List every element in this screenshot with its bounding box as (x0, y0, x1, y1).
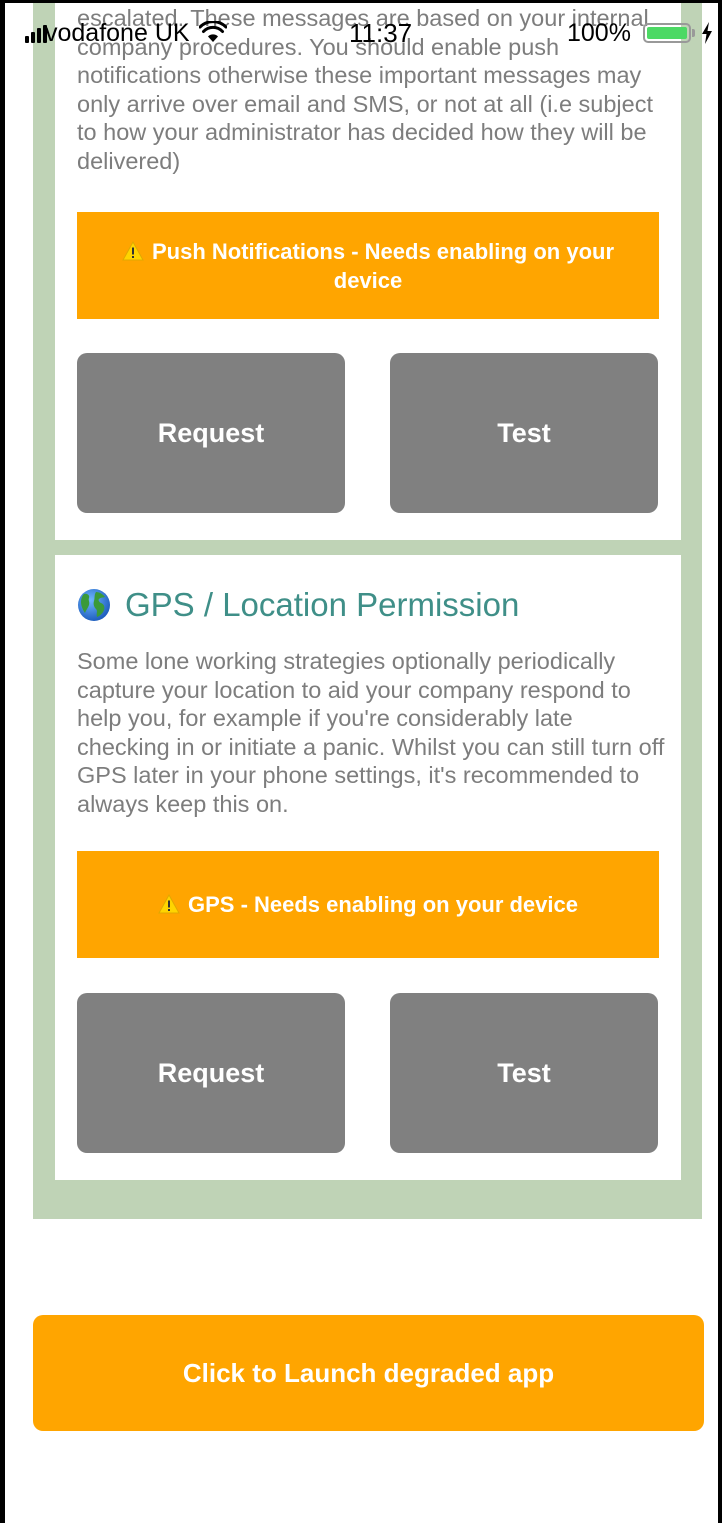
battery-percent: 100% (567, 19, 631, 47)
status-bar: vodafone UK 11:37 100% (5, 3, 718, 55)
push-request-label: Request (157, 417, 265, 448)
lightning-bolt-icon (702, 22, 712, 44)
gps-test-button[interactable]: Test (390, 993, 658, 1153)
gps-request-button[interactable]: Request (77, 993, 345, 1153)
push-test-label: Test (497, 417, 551, 448)
carrier-name: vodafone UK (45, 19, 190, 47)
clock: 11:37 (349, 18, 413, 48)
battery-icon (643, 23, 691, 43)
wifi-icon (199, 21, 227, 42)
push-warning-banner: Push Notifications - Needs enabling on y… (77, 212, 659, 319)
launch-degraded-app-button[interactable]: Click to Launch degraded app (33, 1315, 704, 1431)
gps-title-text: GPS / Location Permission (125, 586, 520, 623)
push-notifications-card: escalated. These messages are based on y… (55, 0, 681, 540)
signal-bars-icon (25, 25, 47, 43)
globe-icon (78, 589, 110, 621)
gps-warning-text: GPS - Needs enabling on your device (188, 892, 578, 917)
warning-icon (122, 240, 144, 260)
gps-request-label: Request (157, 1057, 265, 1088)
push-test-button[interactable]: Test (390, 353, 658, 513)
battery-tip (692, 29, 695, 37)
launch-degraded-app-label: Click to Launch degraded app (182, 1357, 555, 1388)
gps-warning-banner: GPS - Needs enabling on your device (77, 851, 659, 958)
warning-icon (158, 894, 180, 914)
battery-level (647, 27, 687, 39)
gps-test-label: Test (497, 1057, 551, 1088)
gps-description: Some lone working strategies optionally … (77, 648, 665, 817)
push-warning-text: Push Notifications - Needs enabling on y… (151, 238, 615, 293)
gps-title: GPS / Location Permission (77, 585, 519, 625)
gps-permission-card: GPS / Location Permission Some lone work… (55, 555, 681, 1180)
push-request-button[interactable]: Request (77, 353, 345, 513)
